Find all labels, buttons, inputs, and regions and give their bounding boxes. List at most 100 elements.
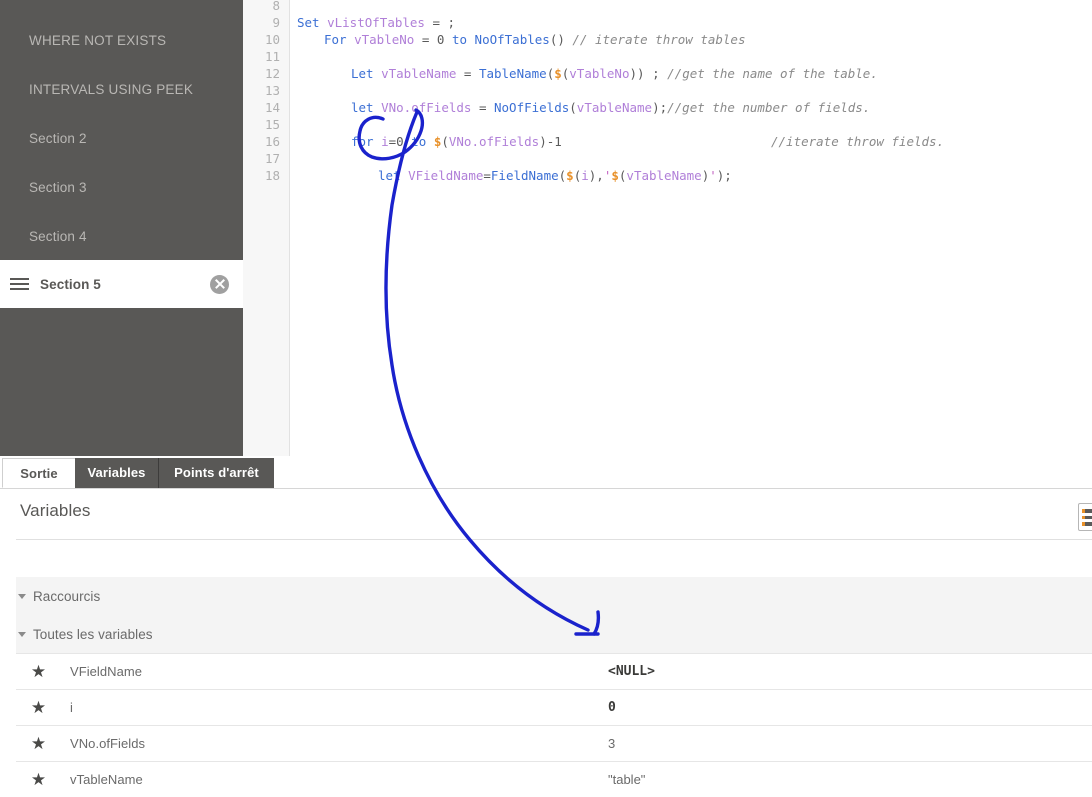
group-raccourcis[interactable]: Raccourcis	[16, 577, 1092, 615]
line-number: 10	[264, 32, 280, 47]
code-token: );	[716, 168, 732, 183]
sidebar-item-label: WHERE NOT EXISTS	[29, 33, 167, 48]
tab-points-d-arret[interactable]: Points d'arrêt	[158, 458, 274, 488]
code-token: VFieldName	[408, 168, 484, 183]
variable-name: VNo.ofFields	[70, 736, 146, 751]
line-number: 11	[264, 49, 280, 64]
code-token: //iterate throw fields.	[771, 134, 945, 149]
code-token: $	[566, 168, 574, 183]
chevron-down-icon[interactable]	[18, 593, 26, 599]
sidebar-item-intervals-using-peek[interactable]: INTERVALS USING PEEK	[0, 65, 243, 114]
code-token: ),	[588, 168, 604, 183]
sidebar-item-label: Section 4	[29, 229, 87, 244]
code-line: For vTableNo = 0 to NoOfTables() // iter…	[324, 31, 745, 48]
table-row[interactable]: ★ VNo.ofFields 3	[16, 725, 1092, 761]
hamburger-icon[interactable]	[10, 277, 29, 291]
code-token: i	[581, 168, 589, 183]
code-token: NoOfFields	[494, 100, 570, 115]
tab-sortie[interactable]: Sortie	[2, 458, 76, 488]
code-line: Let vTableName = TableName($(vTableNo)) …	[351, 65, 878, 82]
code-token: TableName	[478, 66, 547, 81]
line-number: 8	[272, 0, 280, 13]
legend-options-button[interactable]	[1078, 503, 1092, 531]
line-number: 16	[264, 134, 280, 149]
star-icon[interactable]: ★	[30, 699, 47, 716]
code-content[interactable]: Set vListOfTables = ; For vTableNo = 0 to…	[290, 0, 1092, 456]
sidebar-item-label: Section 5	[40, 276, 101, 292]
group-label: Toutes les variables	[33, 626, 153, 642]
table-row[interactable]: ★ i 0	[16, 689, 1092, 725]
tab-label: Points d'arrêt	[174, 465, 259, 480]
line-number: 13	[264, 83, 280, 98]
code-token: '	[709, 168, 717, 183]
star-icon[interactable]: ★	[30, 735, 47, 752]
panel-tabbar: Sortie Variables Points d'arrêt	[0, 456, 1092, 489]
output-panel: Sortie Variables Points d'arrêt Variable…	[0, 456, 1092, 797]
group-label: Raccourcis	[33, 588, 101, 604]
table-row[interactable]: ★ VFieldName <NULL>	[16, 653, 1092, 689]
code-token: (	[569, 100, 577, 115]
code-token: )	[539, 134, 547, 149]
script-editor[interactable]: 8 9 10 11 12 13 14 15 16 17 18 Set vListOfTables =…	[243, 0, 1092, 456]
chevron-down-icon[interactable]	[18, 631, 26, 637]
code-token: Let	[351, 66, 382, 81]
code-token: vTableName	[381, 66, 457, 81]
code-token: $	[554, 66, 562, 81]
code-token: vTableName	[576, 100, 653, 115]
sidebar-item-section-2[interactable]: Section 2	[0, 114, 243, 163]
code-token: NoOfTables	[474, 32, 550, 47]
code-line: let VNo.ofFields = NoOfFields(vTableName…	[351, 99, 870, 116]
editor-region: WHERE NOT EXISTS INTERVALS USING PEEK Se…	[0, 0, 1092, 456]
code-token: vListOfTables	[327, 15, 425, 30]
code-line: Set vListOfTables = ;	[297, 14, 455, 31]
code-line: //iterate throw fields.	[771, 133, 944, 150]
editor-scrollbar[interactable]	[1086, 0, 1092, 456]
code-token: =	[471, 100, 494, 115]
code-token: to	[444, 32, 475, 47]
sidebar-item-label: Section 2	[29, 131, 87, 146]
code-token: =	[456, 66, 479, 81]
code-token: $	[611, 168, 619, 183]
panel-divider	[16, 539, 1092, 540]
code-token: -1	[546, 134, 562, 149]
star-icon[interactable]: ★	[30, 663, 47, 680]
sidebar-item-label: Section 3	[29, 180, 87, 195]
list-settings-icon	[1082, 509, 1092, 513]
tab-variables[interactable]: Variables	[75, 458, 158, 488]
variable-name: vTableName	[70, 772, 143, 787]
code-token: //get the name of the table.	[667, 66, 878, 81]
code-token: = ;	[424, 15, 456, 30]
code-token: For	[324, 32, 355, 47]
section-sidebar: WHERE NOT EXISTS INTERVALS USING PEEK Se…	[0, 0, 243, 456]
variable-value: "table"	[608, 772, 646, 787]
code-token: =	[414, 32, 437, 47]
variable-name: i	[70, 700, 73, 715]
code-token: vTableNo	[569, 66, 630, 81]
code-token: for	[351, 134, 382, 149]
sidebar-item-where-not-exists[interactable]: WHERE NOT EXISTS	[0, 16, 243, 65]
tab-label: Variables	[87, 465, 146, 480]
table-row[interactable]: ★ vTableName "table"	[16, 761, 1092, 797]
code-token: =	[483, 168, 491, 183]
code-token: to	[403, 134, 434, 149]
code-token: (	[441, 134, 449, 149]
sidebar-item-section-5-active[interactable]: Section 5	[0, 260, 243, 308]
line-number: 9	[272, 15, 280, 30]
group-toutes-les-variables[interactable]: Toutes les variables	[16, 615, 1092, 653]
code-line: let VFieldName=FieldName($(i),'$(vTableN…	[378, 167, 732, 184]
star-icon[interactable]: ★	[30, 771, 47, 788]
line-number: 15	[264, 117, 280, 132]
variable-value: 3	[608, 736, 616, 751]
variable-name: VFieldName	[70, 664, 143, 679]
line-number: 18	[264, 168, 280, 183]
code-token: let	[351, 100, 382, 115]
line-number: 17	[264, 151, 280, 166]
code-token: VNo.ofFields	[448, 134, 540, 149]
line-number: 14	[264, 100, 280, 115]
variables-panel-body: Variables Raccourcis Toutes les variable…	[0, 488, 1092, 797]
code-token: VNo.ofFields	[381, 100, 472, 115]
close-circle-icon[interactable]	[210, 274, 229, 294]
sidebar-item-section-4[interactable]: Section 4	[0, 212, 243, 261]
sidebar-item-section-3[interactable]: Section 3	[0, 163, 243, 212]
code-token: 0	[396, 134, 404, 149]
